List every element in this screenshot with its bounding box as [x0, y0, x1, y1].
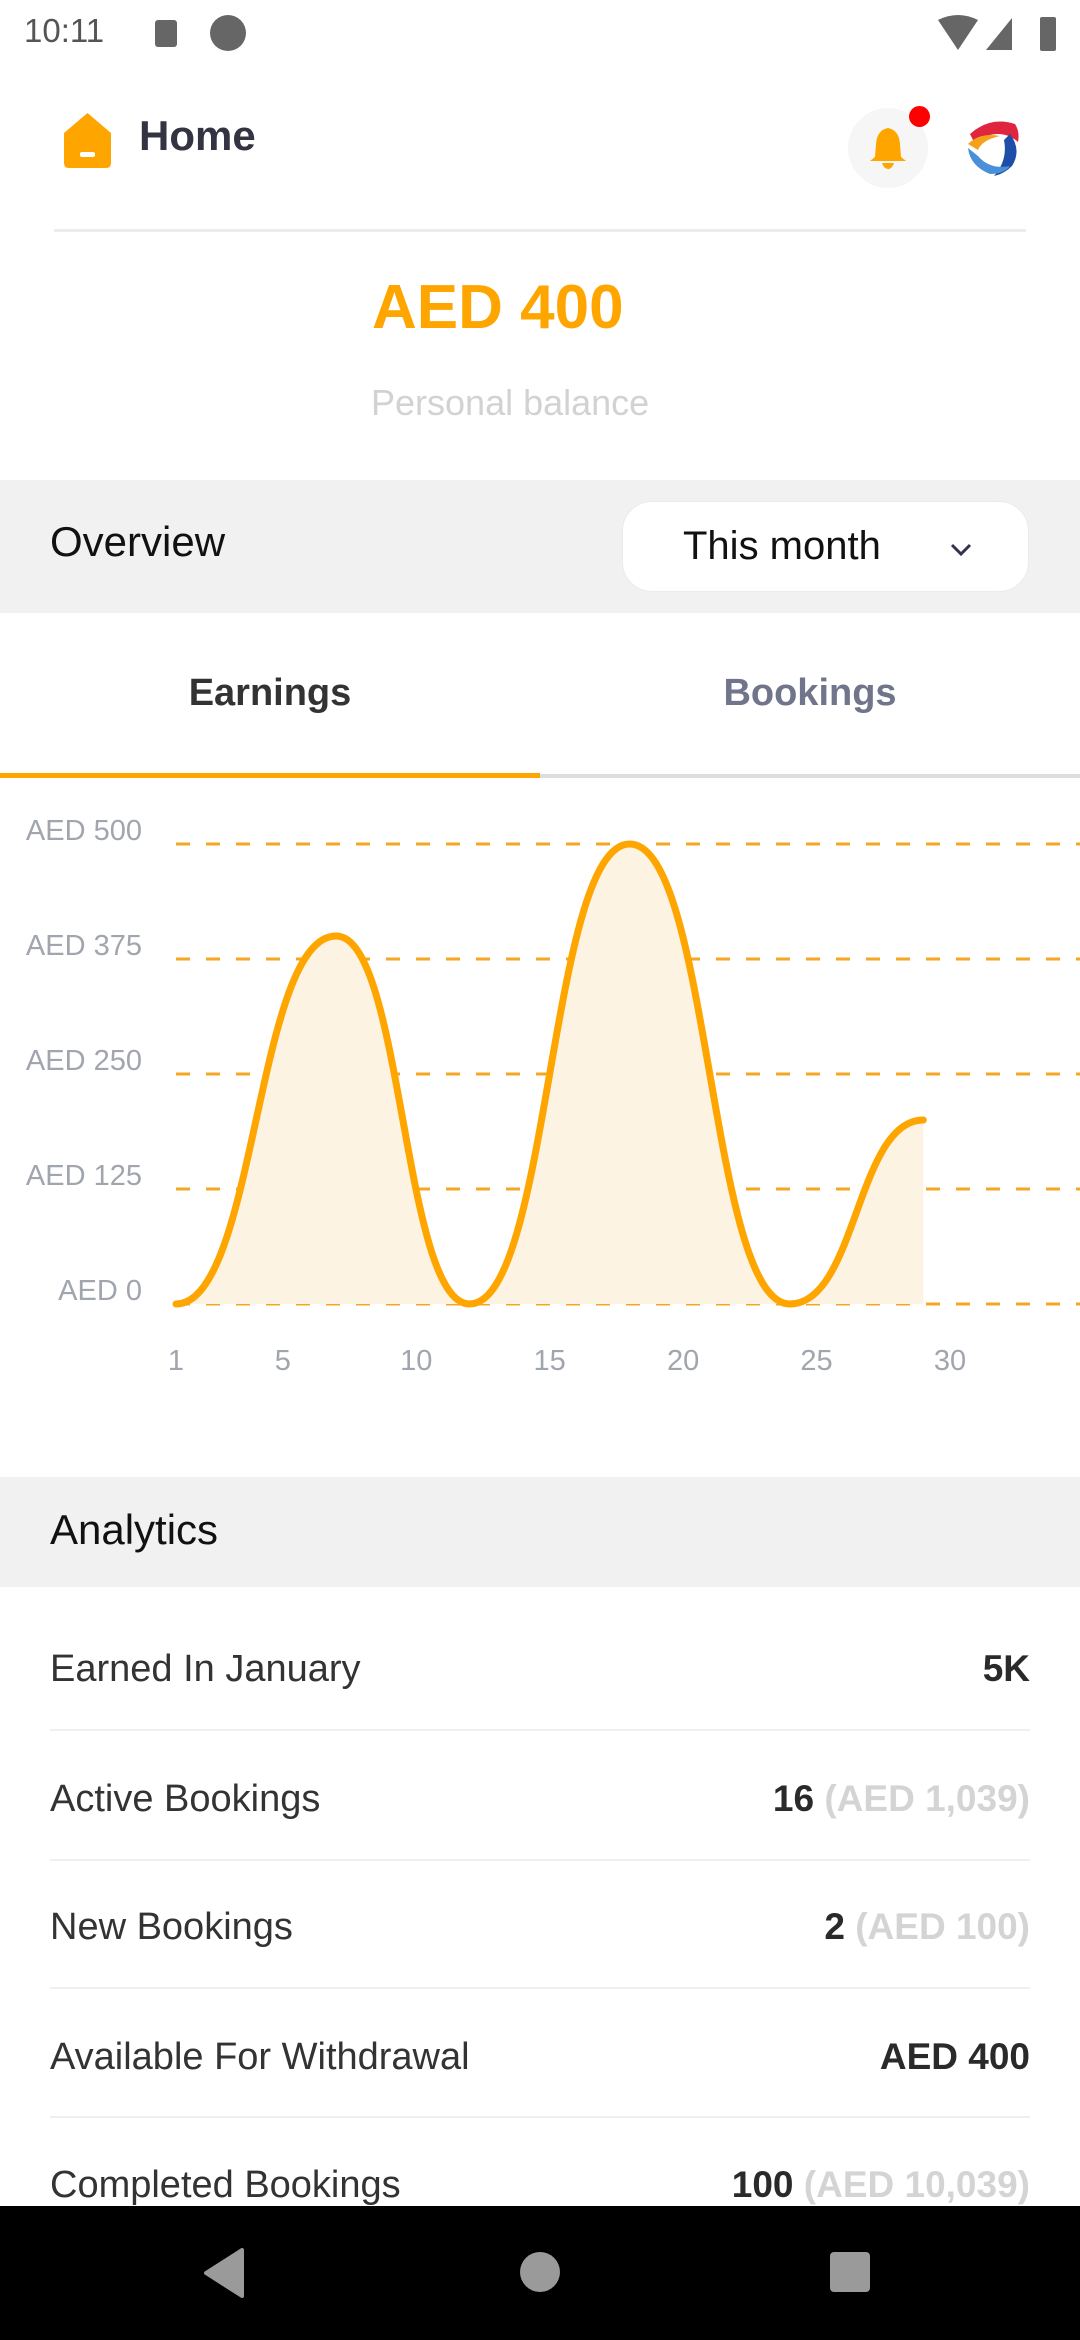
row-amount: (AED 100)	[855, 1906, 1030, 1947]
page-title: Home	[139, 112, 256, 159]
x-tick-label: 30	[934, 1345, 966, 1377]
back-button-icon[interactable]	[200, 2246, 250, 2300]
y-tick-label: AED 500	[26, 815, 142, 847]
recents-button-icon[interactable]	[830, 2252, 870, 2292]
wifi-icon	[938, 15, 978, 50]
row-count: 100	[731, 2164, 794, 2205]
x-tick-label: 1	[168, 1345, 184, 1377]
row-amount: (AED 1,039)	[824, 1778, 1030, 1819]
row-divider	[50, 2116, 1030, 2118]
x-tick-label: 25	[800, 1345, 832, 1377]
status-bar: 10:11	[0, 0, 1080, 67]
row-value: 2 (AED 100)	[824, 1906, 1030, 1948]
row-count: 16	[772, 1778, 815, 1819]
status-time: 10:11	[24, 12, 105, 49]
x-tick-label: 5	[275, 1345, 291, 1377]
system-status-icons	[938, 15, 1056, 51]
signal-icon	[986, 18, 1012, 50]
chevron-down-icon	[950, 543, 972, 557]
analytics-row-earned: Earned In January 5K	[50, 1648, 1030, 1698]
row-label: Earned In January	[50, 1648, 361, 1690]
y-tick-label: AED 250	[26, 1045, 142, 1077]
row-label: New Bookings	[50, 1906, 293, 1948]
row-value: 5K	[983, 1648, 1030, 1690]
row-divider	[50, 1987, 1030, 1989]
bell-icon	[870, 128, 906, 169]
row-count: 5K	[982, 1648, 1030, 1689]
home-button-icon[interactable]	[520, 2252, 560, 2292]
profile-avatar-logo[interactable]	[960, 114, 1024, 178]
system-nav-bar	[0, 2206, 1080, 2340]
tab-active-indicator	[0, 773, 540, 778]
home-icon	[64, 113, 111, 168]
app-notification-icon	[210, 15, 246, 51]
period-dropdown[interactable]: This month	[622, 501, 1029, 592]
row-amount: (AED 10,039)	[803, 2164, 1030, 2205]
analytics-title: Analytics	[50, 1506, 219, 1553]
row-label: Available For Withdrawal	[50, 2036, 470, 2078]
tab-bookings[interactable]: Bookings	[540, 614, 1080, 773]
period-dropdown-value: This month	[683, 524, 881, 568]
row-label: Completed Bookings	[50, 2164, 401, 2206]
y-tick-label: AED 0	[58, 1275, 142, 1307]
row-value: AED 400	[880, 2036, 1030, 2078]
x-tick-label: 15	[534, 1345, 566, 1377]
notification-badge	[909, 106, 930, 127]
keyboard-notification-icon	[155, 20, 177, 47]
balance-amount: AED 400	[372, 273, 624, 342]
analytics-row-withdrawal: Available For Withdrawal AED 400	[50, 2036, 1030, 2086]
row-count: AED 400	[879, 2036, 1030, 2077]
y-tick-label: AED 125	[26, 1160, 142, 1192]
battery-icon	[1040, 17, 1056, 51]
y-tick-label: AED 375	[26, 930, 142, 962]
analytics-row-active-bookings: Active Bookings 16 (AED 1,039)	[50, 1778, 1030, 1828]
row-divider	[50, 1729, 1030, 1731]
earnings-chart: AED 0AED 125AED 250AED 375AED 5001 5 10 15 2…	[26, 815, 1080, 1377]
balance-label: Personal balance	[371, 382, 650, 423]
header-divider	[54, 229, 1026, 232]
tab-track	[540, 774, 1080, 778]
row-count: 2	[824, 1906, 845, 1947]
x-tick-label: 10	[400, 1345, 432, 1377]
row-value: 100 (AED 10,039)	[732, 2164, 1030, 2206]
row-label: Active Bookings	[50, 1778, 321, 1820]
analytics-row-new-bookings: New Bookings 2 (AED 100)	[50, 1906, 1030, 1956]
x-tick-label: 20	[667, 1345, 699, 1377]
row-value: 16 (AED 1,039)	[773, 1778, 1030, 1820]
tab-earnings[interactable]: Earnings	[0, 614, 540, 773]
overview-title: Overview	[50, 518, 226, 565]
row-divider	[50, 1859, 1030, 1861]
